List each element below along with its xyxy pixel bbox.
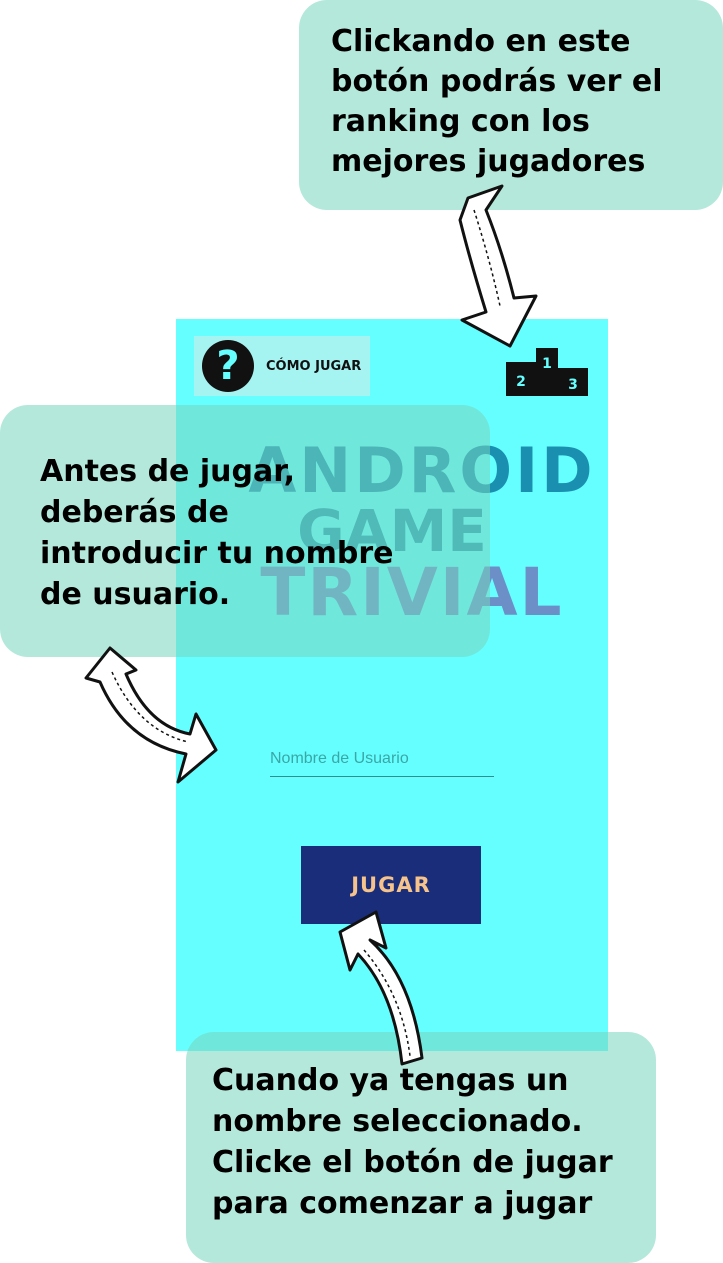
- username-tip-line: introducir tu nombre: [40, 536, 394, 571]
- ranking-tip-line: mejores jugadores: [331, 144, 646, 179]
- username-tip-line: Antes de jugar,: [40, 454, 295, 489]
- ranking-tip-line: ranking con los: [331, 104, 590, 139]
- arrow-to-ranking-icon: [458, 184, 538, 348]
- ranking-tip-bubble: Clickando en este botón podrás ver el ra…: [299, 0, 723, 210]
- arrow-to-username-input: [84, 646, 218, 784]
- play-tip-line: Clicke el botón de jugar: [212, 1145, 613, 1180]
- username-input[interactable]: [270, 742, 494, 777]
- username-tip-bubble: Antes de jugar, deberás de introducir tu…: [0, 405, 490, 657]
- play-tip-line: nombre seleccionado.: [212, 1104, 583, 1139]
- username-tip-line: deberás de: [40, 495, 229, 530]
- how-to-play-button[interactable]: ? CÓMO JUGAR: [194, 336, 370, 396]
- arrow-to-play-button: [338, 910, 424, 1066]
- question-icon: ?: [202, 340, 254, 392]
- how-to-play-label: CÓMO JUGAR: [266, 358, 362, 374]
- ranking-tip-line: Clickando en este: [331, 24, 631, 59]
- play-tip-line: para comenzar a jugar: [212, 1186, 593, 1221]
- username-tip-line: de usuario.: [40, 577, 231, 612]
- podium-place-third: 3: [568, 377, 578, 393]
- ranking-tip-line: botón podrás ver el: [331, 64, 663, 99]
- podium-place-first: 1: [542, 356, 552, 372]
- podium-place-second: 2: [516, 374, 526, 390]
- podium-icon[interactable]: 1 2 3: [502, 342, 588, 396]
